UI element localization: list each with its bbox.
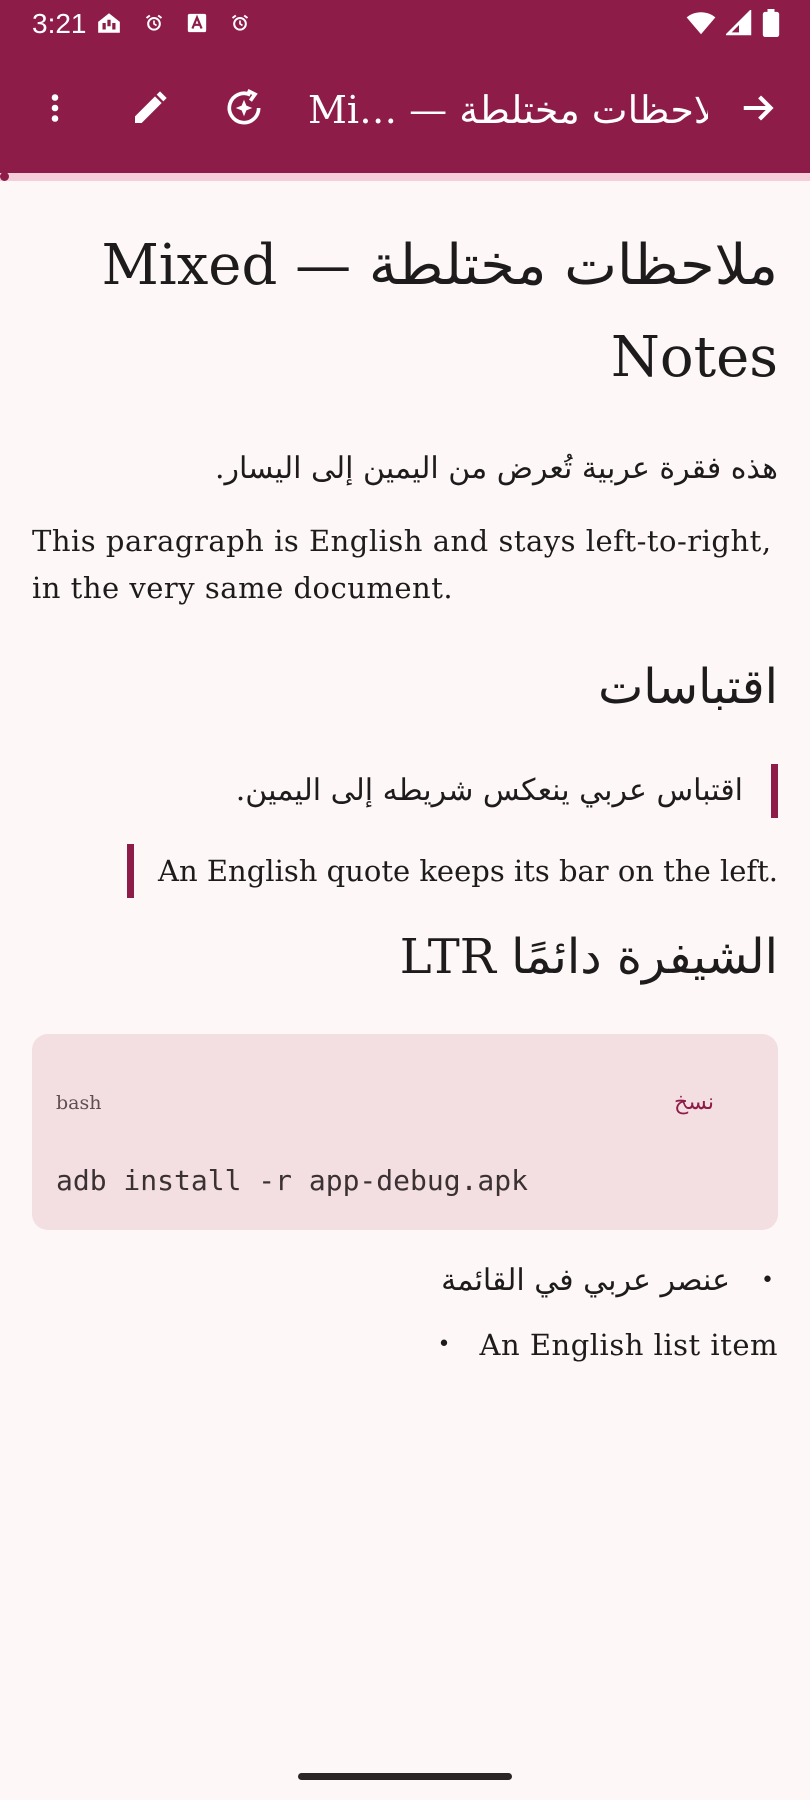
paragraph-arabic: هذه فقرة عربية تُعرض من اليمين إلى اليسا… — [214, 451, 778, 486]
reading-progress-track — [0, 173, 810, 181]
more-options-button[interactable] — [25, 80, 85, 140]
battery-icon — [762, 9, 780, 41]
forward-button[interactable] — [728, 80, 788, 140]
list-bullet: • — [437, 1332, 451, 1357]
wifi-icon — [686, 10, 716, 40]
list-item-text: An English list item — [479, 1328, 778, 1362]
document-title: ملاحظات مختلطة — Mixed Notes — [101, 233, 778, 390]
status-time: 3:21 — [32, 8, 87, 39]
list-bullet: • — [761, 1268, 774, 1293]
paragraph-english: This paragraph is English and stays left… — [32, 524, 772, 605]
blockquote-english-row: An English quote keeps its bar on the le… — [32, 844, 778, 898]
code-text: adb install -r app-debug.apk — [56, 1164, 529, 1197]
blockquote-arabic: اقتباس عربي ينعكس شريطه إلى اليمين. — [32, 764, 778, 818]
top-app-area: 3:21 Mi… — احظات مختلطة — [0, 0, 810, 173]
appbar-title: Mi… — ملاحظات مختلطة — [308, 88, 708, 132]
document-content: ملاحظات مختلطة — Mixed Notes هذه فقرة عر… — [32, 200, 778, 1374]
home-indicator[interactable] — [298, 1773, 512, 1780]
heading-quotes: اقتباسات — [598, 659, 778, 715]
status-notification-icons — [96, 10, 250, 40]
heading-code: الشيفرة دائمًا LTR — [399, 929, 778, 985]
list-item: • عنصر عربي في القائمة — [32, 1252, 778, 1310]
list-item-row: • An English list item — [32, 1316, 778, 1374]
blockquote-english: An English quote keeps its bar on the le… — [127, 844, 778, 898]
copy-code-button[interactable]: نسخ — [674, 1090, 714, 1115]
status-bar: 3:21 — [0, 0, 810, 48]
cellular-icon — [724, 8, 752, 40]
status-system-icons — [686, 8, 780, 41]
sparkle-sync-icon — [222, 86, 266, 134]
home-alert-icon — [96, 10, 122, 40]
code-language-label: bash — [56, 1092, 102, 1114]
arrow-forward-icon — [739, 89, 777, 131]
bullet-list: • عنصر عربي في القائمة • An English list… — [32, 1252, 778, 1374]
a-badge-icon — [186, 12, 208, 38]
more-vert-icon — [37, 90, 73, 130]
list-item: • An English list item — [438, 1316, 778, 1374]
list-item-text: عنصر عربي في القائمة — [441, 1263, 730, 1298]
edit-button[interactable] — [120, 80, 180, 140]
ai-assist-button[interactable] — [214, 80, 274, 140]
reading-progress-indicator — [0, 172, 9, 181]
alarm-icon — [144, 13, 164, 37]
code-block: bash نسخ adb install -r app-debug.apk — [32, 1034, 778, 1230]
app-bar: Mi… — ملاحظات مختلطة — [0, 60, 810, 160]
alarm-icon — [230, 13, 250, 37]
edit-icon — [130, 88, 170, 132]
